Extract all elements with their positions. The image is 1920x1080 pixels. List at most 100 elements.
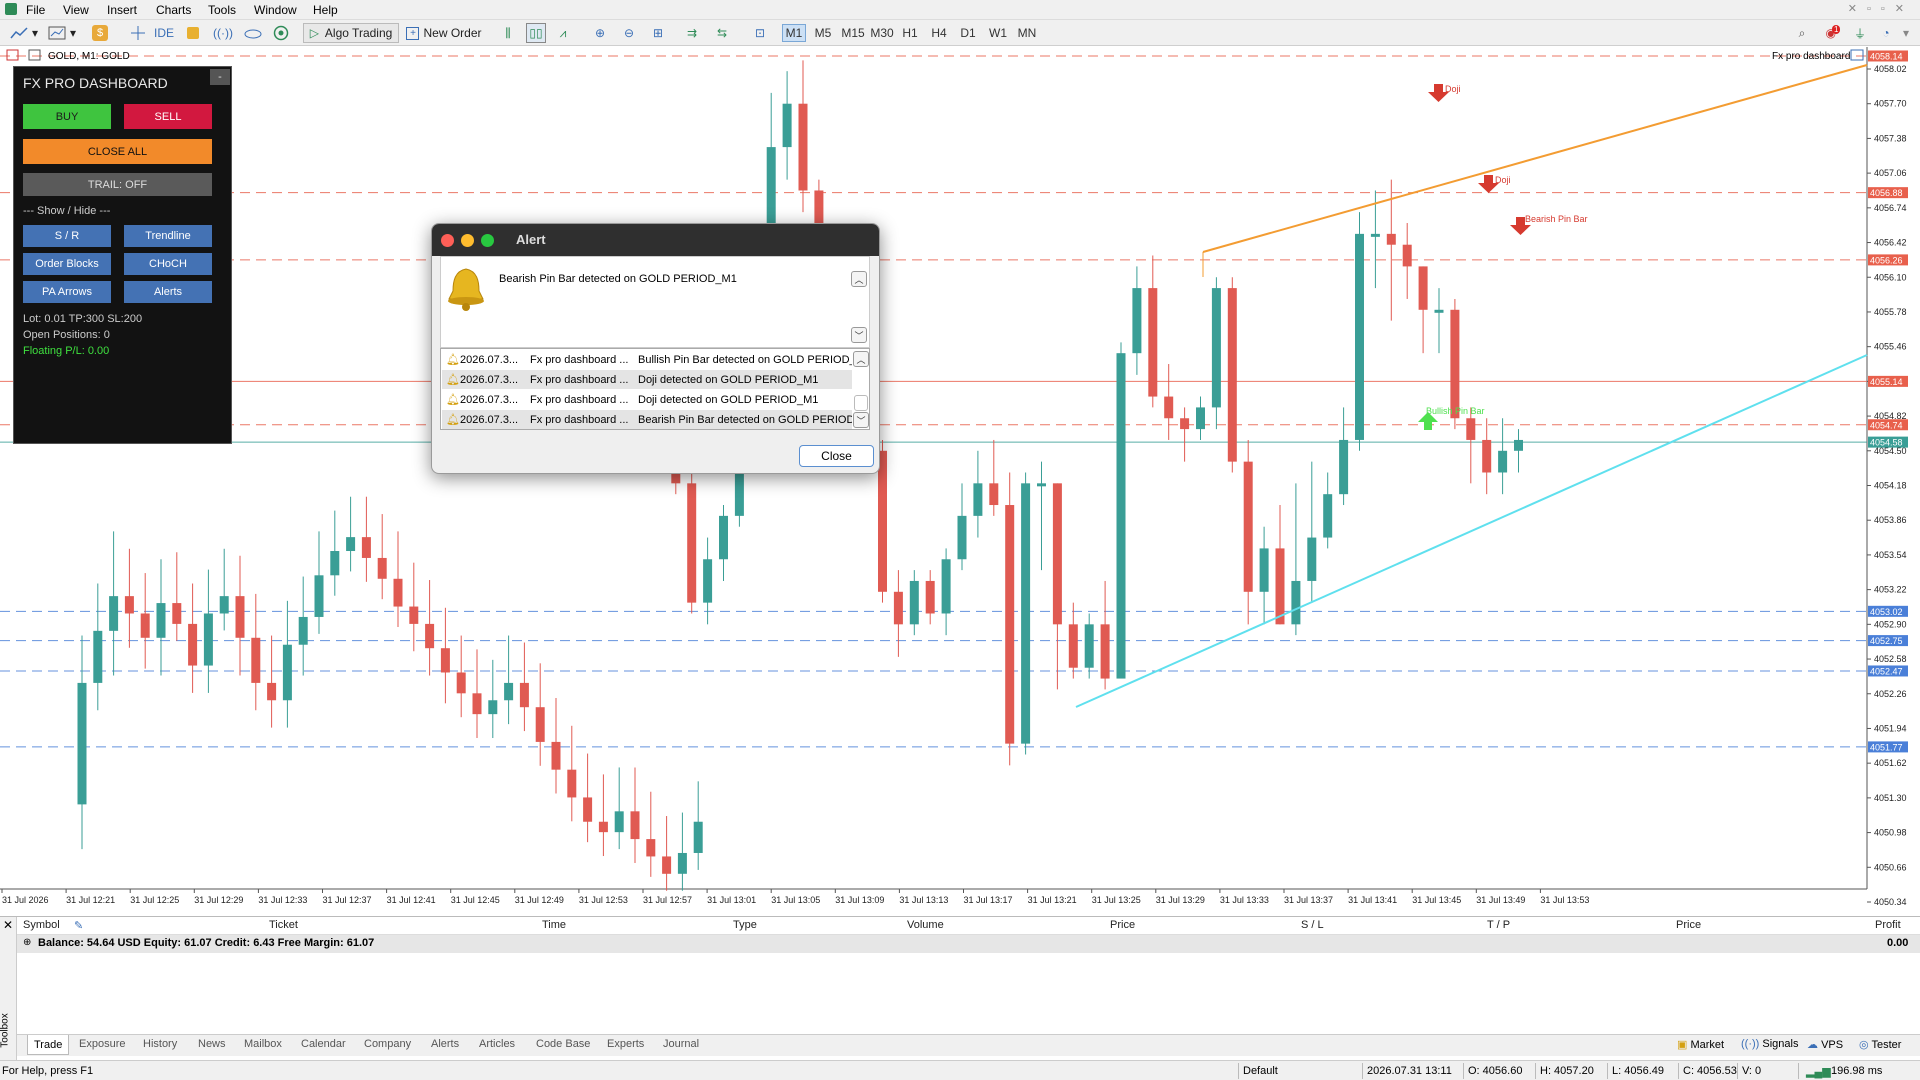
choch-toggle-button[interactable]: CHoCH — [124, 253, 212, 275]
pa-arrows-toggle-button[interactable]: PA Arrows — [23, 281, 111, 303]
tab-articles[interactable]: Articles — [479, 1038, 515, 1050]
ide-button[interactable]: IDE — [151, 23, 177, 43]
close-button[interactable]: Close — [799, 445, 874, 467]
timeframe-m5[interactable]: M5 — [811, 24, 835, 42]
cloud-icon[interactable] — [242, 23, 264, 43]
crosshair-icon[interactable] — [128, 23, 148, 43]
column-tp[interactable]: T / P — [1487, 919, 1510, 931]
tab-code-base[interactable]: Code Base — [536, 1038, 590, 1050]
column-symbol[interactable]: Symbol — [23, 919, 60, 931]
scroll-down-icon[interactable]: ﹀ — [851, 327, 867, 343]
chevron-down-icon[interactable]: ▾ — [68, 23, 78, 43]
tab-trade[interactable]: Trade — [27, 1035, 70, 1055]
column-price[interactable]: Price — [1110, 919, 1135, 931]
timeframe-m1[interactable]: M1 — [782, 24, 806, 42]
column-volume[interactable]: Volume — [907, 919, 944, 931]
dollar-icon[interactable]: $ — [90, 23, 110, 43]
tab-exposure[interactable]: Exposure — [79, 1038, 125, 1050]
timeframe-m15[interactable]: M15 — [838, 24, 868, 42]
grid-icon[interactable]: ⊞ — [648, 23, 668, 43]
signal-strength-icon[interactable]: ⏚ — [1850, 23, 1870, 43]
timeframe-w1[interactable]: W1 — [986, 24, 1010, 42]
globe-icon[interactable] — [270, 23, 292, 43]
candlestick-icon[interactable]: ▯▯ — [526, 23, 546, 43]
search-icon[interactable]: ⌕ — [1792, 23, 1812, 43]
menu-help[interactable]: Help — [313, 3, 338, 17]
timeframe-m30[interactable]: M30 — [867, 24, 897, 42]
alerts-toggle-button[interactable]: Alerts — [124, 281, 212, 303]
tab-news[interactable]: News — [198, 1038, 226, 1050]
new-order-button[interactable]: + New Order — [404, 23, 484, 43]
dashboard-minimize-button[interactable]: - — [210, 69, 230, 85]
autoscroll-icon[interactable]: ⇉ — [681, 23, 703, 43]
alert-titlebar[interactable]: Alert — [432, 224, 879, 256]
menu-file[interactable]: File — [26, 3, 45, 17]
price-chart[interactable]: 4058.02 4057.70 4057.38 4057.06 4056.74 4056.… — [0, 47, 1920, 907]
tab-history[interactable]: History — [143, 1038, 177, 1050]
scrollbar-thumb[interactable] — [854, 395, 868, 411]
column-time[interactable]: Time — [542, 919, 566, 931]
timeframe-h1[interactable]: H1 — [899, 24, 921, 42]
scroll-up-icon[interactable]: ︿ — [853, 351, 869, 367]
close-icon[interactable]: ✕ — [3, 918, 13, 932]
list-item[interactable]: 🔔︎ 2026.07.3... Fx pro dashboard ... Doj… — [442, 390, 852, 409]
tab-company[interactable]: Company — [364, 1038, 411, 1050]
zoom-in-icon[interactable]: ⊕ — [590, 23, 610, 43]
minimize-window-icon[interactable] — [461, 234, 474, 247]
chevron-down-icon[interactable]: ▾ — [1898, 23, 1914, 43]
tab-alerts[interactable]: Alerts — [431, 1038, 459, 1050]
edit-icon[interactable]: ✎ — [74, 919, 83, 932]
signal-icon[interactable]: ((·)) — [212, 23, 234, 43]
timeframe-h4[interactable]: H4 — [928, 24, 950, 42]
timeframe-mn[interactable]: MN — [1014, 24, 1040, 42]
notifications-icon[interactable]: ◉ 1 — [1822, 23, 1844, 43]
window-controls[interactable]: ✕▫▫✕ — [1848, 2, 1914, 15]
line-chart-icon[interactable] — [8, 23, 30, 43]
close-all-button[interactable]: CLOSE ALL — [23, 139, 212, 164]
sell-button[interactable]: SELL — [124, 104, 212, 129]
tab-mailbox[interactable]: Mailbox — [244, 1038, 282, 1050]
timeframe-d1[interactable]: D1 — [957, 24, 979, 42]
tab-calendar[interactable]: Calendar — [301, 1038, 346, 1050]
column-profit[interactable]: Profit — [1875, 919, 1901, 931]
tab-experts[interactable]: Experts — [607, 1038, 644, 1050]
trail-toggle-button[interactable]: TRAIL: OFF — [23, 173, 212, 196]
list-item[interactable]: 🔔︎ 2026.07.3... Fx pro dashboard ... Bea… — [442, 410, 852, 429]
list-item[interactable]: 🔔︎ 2026.07.3... Fx pro dashboard ... Doj… — [442, 370, 852, 389]
chevron-down-icon[interactable]: ▾ — [30, 23, 40, 43]
trendline-toggle-button[interactable]: Trendline — [124, 225, 212, 247]
account-icon[interactable]: ◔ — [1876, 23, 1896, 43]
chart-window[interactable]: 4058.02 4057.70 4057.38 4057.06 4056.74 4056.… — [0, 47, 1920, 907]
buy-button[interactable]: BUY — [23, 104, 111, 129]
scroll-up-icon[interactable]: ︿ — [851, 271, 867, 287]
algo-trading-button[interactable]: ▷ Algo Trading — [303, 23, 399, 43]
list-item[interactable]: 🔔︎ 2026.07.3... Fx pro dashboard ... Bul… — [442, 350, 852, 369]
menu-charts[interactable]: Charts — [156, 3, 191, 17]
chart-window-icon[interactable] — [46, 23, 68, 43]
column-ticket[interactable]: Ticket — [269, 919, 298, 931]
menu-view[interactable]: View — [63, 3, 89, 17]
column-type[interactable]: Type — [733, 919, 757, 931]
menu-window[interactable]: Window — [254, 3, 297, 17]
market-button[interactable]: ▣ Market — [1677, 1038, 1724, 1051]
zoom-out-icon[interactable]: ⊖ — [619, 23, 639, 43]
vps-button[interactable]: ☁ VPS — [1807, 1038, 1843, 1051]
bar-chart-icon[interactable]: ⫼ — [498, 23, 518, 43]
scroll-down-icon[interactable]: ﹀ — [853, 412, 869, 428]
order-blocks-toggle-button[interactable]: Order Blocks — [23, 253, 111, 275]
column-sl[interactable]: S / L — [1301, 919, 1324, 931]
lock-icon[interactable] — [184, 23, 202, 43]
signals-button[interactable]: ((·)) Signals — [1741, 1038, 1798, 1050]
tester-button[interactable]: ◎ Tester — [1859, 1038, 1901, 1051]
balance-row[interactable]: ⊕ Balance: 54.64 USD Equity: 61.07 Credi… — [17, 935, 1920, 953]
menu-insert[interactable]: Insert — [107, 3, 137, 17]
sr-toggle-button[interactable]: S / R — [23, 225, 111, 247]
screenshot-icon[interactable]: ⊡ — [749, 23, 771, 43]
alert-history-list[interactable]: 🔔︎ 2026.07.3... Fx pro dashboard ... Bul… — [440, 348, 870, 430]
column-current-price[interactable]: Price — [1676, 919, 1701, 931]
menu-tools[interactable]: Tools — [208, 3, 236, 17]
profile-name[interactable]: Default — [1243, 1065, 1278, 1077]
line-icon[interactable]: ⩘ — [553, 23, 573, 43]
close-window-icon[interactable] — [441, 234, 454, 247]
chart-shift-icon[interactable]: ⇆ — [711, 23, 733, 43]
